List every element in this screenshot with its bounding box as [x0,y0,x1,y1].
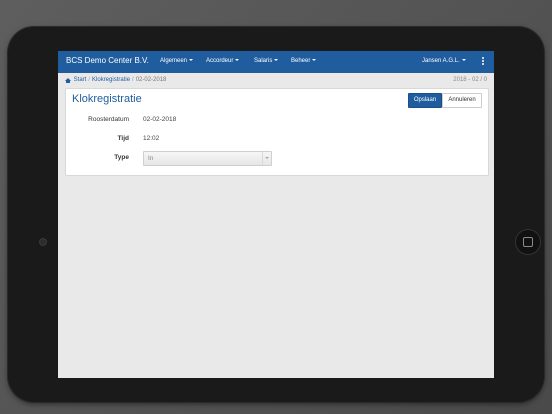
user-name: Jansen A.G.L. [422,58,460,64]
home-button[interactable] [515,229,541,255]
breadcrumb-section[interactable]: Klokregistratie [92,77,130,83]
form-panel: Klokregistratie Opslaan Annuleren Rooste… [65,88,489,176]
breadcrumb: Start / Klokregistratie/02-02-2018 2018 - … [58,75,494,87]
save-button[interactable]: Opslaan [408,93,442,108]
app-screen: BCS Demo Center B.V. Algemeen Accordeur … [58,51,494,378]
breadcrumb-home[interactable]: Start [65,77,86,83]
chevron-down-icon [262,152,271,165]
nav-item-label: Algemeen [160,58,188,64]
nav-item-label: Beheer [291,58,311,64]
type-select[interactable]: In [143,151,272,166]
user-menu[interactable]: Jansen A.G.L. [422,58,466,64]
page-title: Klokregistratie [72,93,142,105]
home-icon [65,78,71,83]
nav-item-algemeen[interactable]: Algemeen [160,58,194,64]
tijd-label: Tijd [117,135,129,142]
caret-down-icon [312,59,317,62]
top-navbar: BCS Demo Center B.V. Algemeen Accordeur … [58,51,494,73]
period-indicator: 2018 - 02 / 0 [453,77,487,83]
square-icon [523,237,533,247]
caret-down-icon [274,59,279,62]
breadcrumb-current: 02-02-2018 [135,77,167,83]
nav-item-accordeur[interactable]: Accordeur [206,58,240,64]
cancel-button[interactable]: Annuleren [442,93,482,108]
camera-icon [39,238,47,246]
breadcrumb-home-label: Start [73,77,87,83]
tijd-value: 12:02 [143,135,160,142]
caret-down-icon [189,59,194,62]
type-select-value: In [148,155,154,162]
nav-item-label: Accordeur [206,58,234,64]
roosterdatum-value: 02-02-2018 [143,116,177,123]
more-menu-icon[interactable] [482,57,484,66]
caret-down-icon [235,59,240,62]
brand-title[interactable]: BCS Demo Center B.V. [66,56,149,65]
type-label: Type [114,154,129,161]
nav-item-beheer[interactable]: Beheer [291,58,317,64]
roosterdatum-label: Roosterdatum [88,116,129,123]
nav-item-salaris[interactable]: Salaris [254,58,279,64]
nav-item-label: Salaris [254,58,273,64]
caret-down-icon [461,59,466,62]
